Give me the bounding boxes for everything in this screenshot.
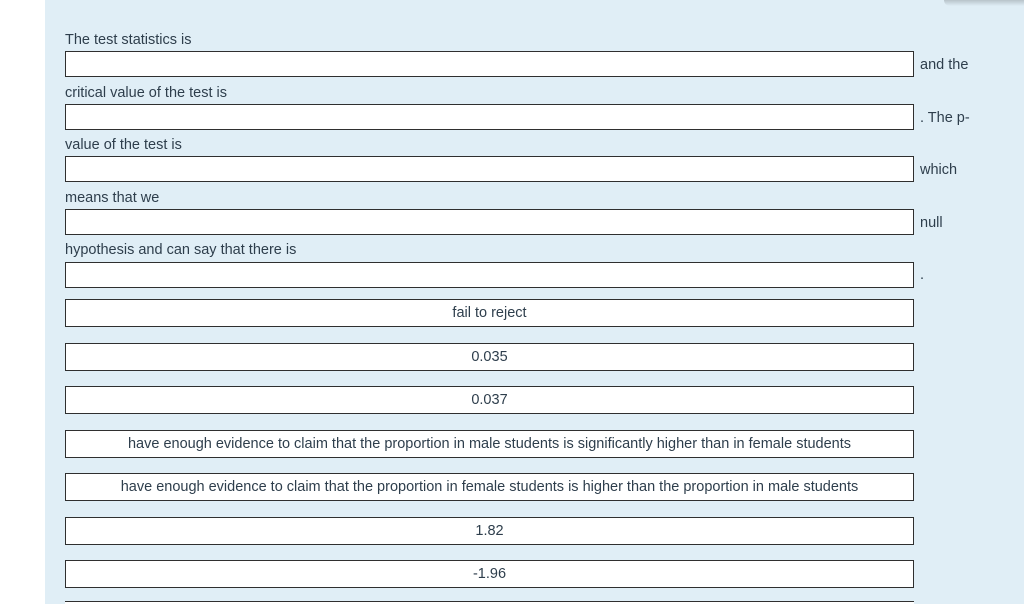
answer-slot-1[interactable] — [65, 51, 914, 77]
prompt-text-1: The test statistics is — [65, 32, 192, 48]
prompt-text-5: hypothesis and can say that there is — [65, 242, 297, 258]
answer-choice-male-higher[interactable]: have enough evidence to claim that the p… — [65, 430, 914, 458]
answer-choice-0-037[interactable]: 0.037 — [65, 386, 914, 414]
suffix-text-4: null — [920, 215, 943, 231]
suffix-text-1: and the — [920, 57, 969, 73]
floating-toolbar-shadow — [944, 0, 1024, 6]
suffix-text-3: which — [920, 162, 958, 178]
answer-slot-3[interactable] — [65, 156, 914, 182]
prompt-text-2: critical value of the test is — [65, 85, 227, 101]
prompt-text-3: value of the test is — [65, 137, 182, 153]
answer-slot-5[interactable] — [65, 262, 914, 288]
answer-choice-0-035[interactable]: 0.035 — [65, 343, 914, 371]
answer-choice-female-higher[interactable]: have enough evidence to claim that the p… — [65, 473, 914, 501]
answer-choice-fail-to-reject[interactable]: fail to reject — [65, 299, 914, 327]
suffix-text-5: . — [920, 267, 925, 283]
answer-slot-2[interactable] — [65, 104, 914, 130]
answer-choice-1-82[interactable]: 1.82 — [65, 517, 914, 545]
suffix-text-2: . The p- — [920, 110, 970, 126]
answer-slot-4[interactable] — [65, 209, 914, 235]
answer-choice-neg-1-96[interactable]: -1.96 — [65, 560, 914, 588]
prompt-text-4: means that we — [65, 190, 160, 206]
